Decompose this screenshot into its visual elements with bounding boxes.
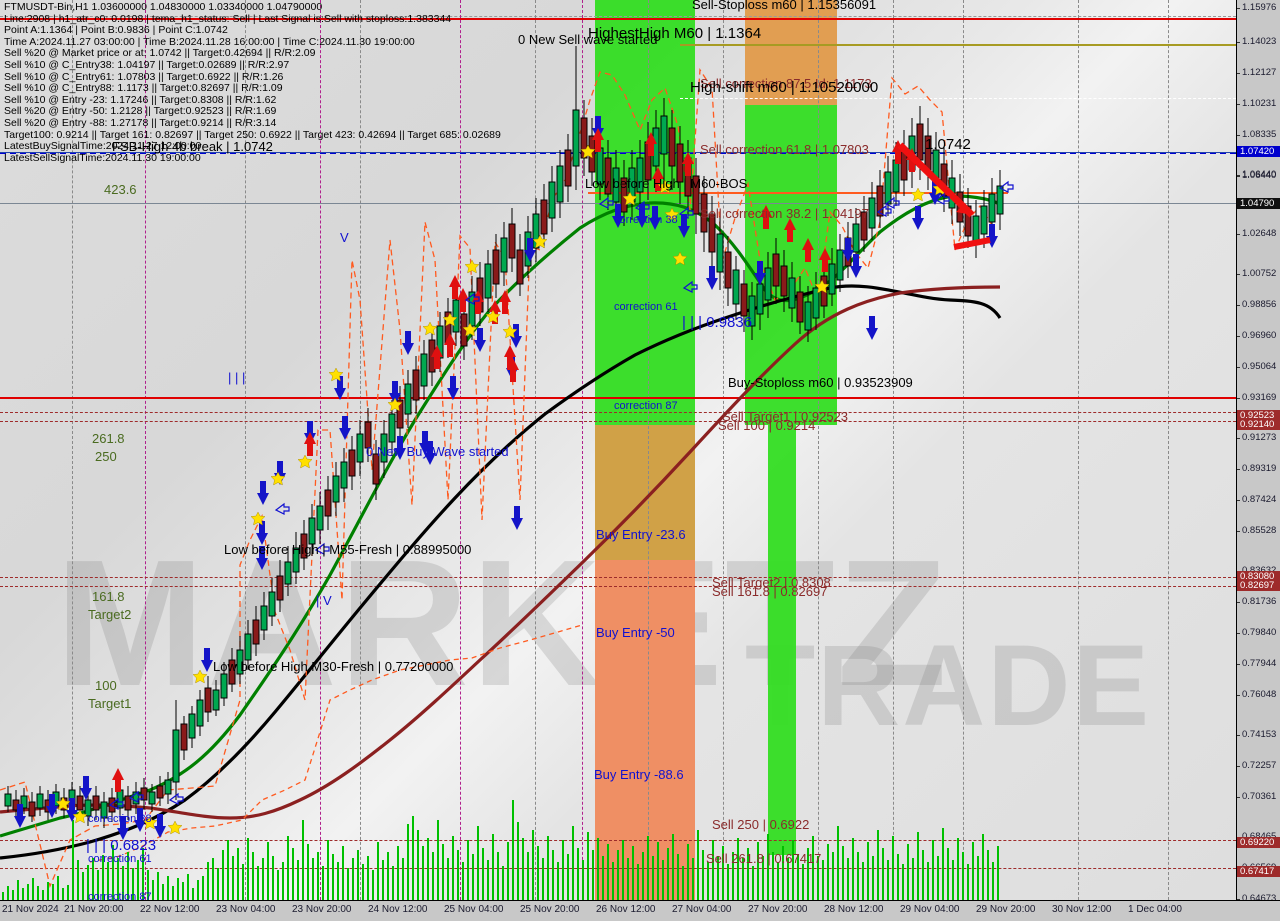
time-tick: 26 Nov 12:00 — [596, 904, 656, 915]
price-tick: 1.14023 — [1237, 36, 1276, 47]
price-tick: 0.85528 — [1237, 525, 1276, 536]
price-tick: 0.91273 — [1237, 432, 1276, 443]
chart-plot-area[interactable]: MARKETZ TRADE | | | | V V 423.6 261.8 25… — [0, 0, 1236, 900]
price-tick: 1.08335 — [1237, 129, 1276, 140]
time-tick: 23 Nov 04:00 — [216, 904, 276, 915]
bos-hollow-arrows — [108, 180, 1014, 810]
time-scale[interactable]: 21 Nov 2024 21 Nov 20:00 22 Nov 12:00 23… — [0, 900, 1280, 921]
sell-corr-382-label: Sell correction 38.2 | 1.04197 — [700, 206, 869, 221]
price-tick: 0.95064 — [1237, 361, 1276, 372]
price-tick: 1.12127 — [1237, 67, 1276, 78]
info-line-7: Sell %10 @ C_Entry88: 1.1173 || Target:0… — [4, 82, 283, 95]
time-tick: 23 Nov 20:00 — [292, 904, 352, 915]
wave-label-iv: | V — [316, 593, 332, 608]
high-shift-label: High-shift m60 | 1.10520000 — [690, 79, 879, 96]
trading-chart-window[interactable]: MARKETZ TRADE | | | | V V 423.6 261.8 25… — [0, 0, 1280, 921]
price-tick: 1.00752 — [1237, 268, 1276, 279]
sell-250-label: Sell 250 | 0.6922 — [712, 817, 810, 832]
fib-label-target2: Target2 — [88, 607, 132, 622]
correction-61-label-a: correction 61 — [614, 301, 678, 313]
correction-61-label-b: correction 61 — [88, 853, 152, 865]
correction-38-label-b: correction 38 — [88, 813, 152, 825]
price-tick: 1.15976 — [1237, 2, 1276, 13]
info-line-13: LatestSellSignalTime:2024.11.30 19:00:00 — [4, 151, 201, 164]
fib-label-100: 100 — [95, 678, 117, 693]
time-tick: 22 Nov 12:00 — [140, 904, 200, 915]
info-line-12: LatestBuySignalTime:2024.11.27 12:00:00 — [4, 140, 202, 153]
price-tick: 1.10231 — [1237, 98, 1276, 109]
time-tick: 28 Nov 12:00 — [824, 904, 884, 915]
time-tick: 21 Nov 20:00 — [64, 904, 124, 915]
price-tag-sell-2618: 0.67417 — [1237, 866, 1280, 877]
time-tick: 25 Nov 20:00 — [520, 904, 580, 915]
new-sell-wave-label: 0 New Sell wave started — [518, 32, 658, 47]
time-tick: 27 Nov 04:00 — [672, 904, 732, 915]
price-tick: 0.76048 — [1237, 689, 1276, 700]
sell-100-label: Sell 100 | 0.9214 — [718, 418, 816, 433]
time-tick: 29 Nov 04:00 — [900, 904, 960, 915]
info-line-5: Sell %10 @ C_Entry38: 1.04197 || Target:… — [4, 58, 290, 71]
fib-label-250: 250 — [95, 449, 117, 464]
buy-arrow-markers — [14, 116, 998, 840]
price-tick: 0.98856 — [1237, 299, 1276, 310]
fib-label-4236: 423.6 — [104, 182, 137, 197]
price-tag-current-bid: 1.07420 — [1237, 146, 1280, 157]
time-tick: 25 Nov 04:00 — [444, 904, 504, 915]
correction-87-label-b: correction 87 — [88, 891, 152, 900]
time-tick: 27 Nov 20:00 — [748, 904, 808, 915]
correction-87-label-a: correction 87 — [614, 400, 678, 412]
info-line-0: FTMUSDT-Bin,H1 1.03600000 1.04830000 1.0… — [4, 1, 323, 13]
point-c-label: 1.0742 — [925, 136, 971, 153]
time-tick: 29 Nov 20:00 — [976, 904, 1036, 915]
price-tick: 0.77944 — [1237, 658, 1276, 669]
price-tick: 0.93169 — [1237, 392, 1276, 403]
wave-label-v: V — [340, 230, 349, 245]
low-before-high-m55-label: Low before High | M55-Fresh | 0.88995000 — [224, 542, 472, 557]
sell-2618-label: Sell 261.8 | 0.67417 — [706, 851, 822, 866]
time-tick: 21 Nov 2024 — [2, 904, 59, 915]
sell-corr-618-label: Sell correction 61.8 | 1.07803 — [700, 142, 869, 157]
time-tick: 24 Nov 12:00 — [368, 904, 428, 915]
fib-label-target1: Target1 — [88, 696, 132, 711]
price-tick: 0.81736 — [1237, 596, 1276, 607]
price-tick: 1.02648 — [1237, 228, 1276, 239]
time-tick: 30 Nov 12:00 — [1052, 904, 1112, 915]
price-tick: 0.87424 — [1237, 494, 1276, 505]
price-tag-sell-250: 0.69220 — [1237, 837, 1280, 848]
low-point-label: | | | 0.6823 — [86, 837, 157, 854]
low-before-high-m30-label: Low before High M30-Fresh | 0.77200000 — [213, 659, 454, 674]
fib-label-2618: 261.8 — [92, 431, 125, 446]
correction-38-label-a: correction 38 — [614, 214, 678, 226]
wave-label-iii: | | | — [228, 370, 245, 385]
price-tick: 0.74153 — [1237, 729, 1276, 740]
price-tick: 0.79840 — [1237, 627, 1276, 638]
sell-1618-label: Sell 161.8 | 0.82697 — [712, 584, 828, 599]
point-b-label: | | | 0.9836 — [682, 314, 753, 331]
buy-entry-50-label: Buy Entry -50 — [596, 625, 675, 640]
price-tag-sell-1618: 0.82697 — [1237, 580, 1280, 591]
new-buy-wave-label: 0 New Buy Wave started — [366, 444, 509, 459]
price-tick: 0.70361 — [1237, 791, 1276, 802]
info-line-10: Sell %20 @ Entry -88: 1.27178 || Target:… — [4, 116, 277, 129]
price-scale[interactable]: 1.15976 1.14023 1.12127 1.10231 1.08335 … — [1236, 0, 1280, 904]
buy-entry-236-label: Buy Entry -23.6 — [596, 527, 686, 542]
buy-stoploss-label: Buy-Stoploss m60 | 0.93523909 — [728, 375, 913, 390]
fib-label-1618: 161.8 — [92, 589, 125, 604]
price-tick: 0.72257 — [1237, 760, 1276, 771]
price-tick: 0.96960 — [1237, 330, 1276, 341]
time-tick: 1 Dec 04:00 — [1128, 904, 1182, 915]
price-tag-close: 1.04790 — [1237, 198, 1280, 209]
sell-stoploss-label: Sell-Stoploss m60 | 1.15356091 — [692, 0, 877, 12]
price-tick: 0.89319 — [1237, 463, 1276, 474]
price-tag-sell-100: 0.92140 — [1237, 419, 1280, 430]
chart-info-header: FTMUSDT-Bin,H1 1.03600000 1.04830000 1.0… — [4, 1, 501, 164]
price-tick: 1.06440 — [1237, 170, 1276, 181]
low-before-high-bos-label: Low before High | M60-BOS — [585, 176, 748, 191]
buy-entry-886-label: Buy Entry -88.6 — [594, 767, 684, 782]
